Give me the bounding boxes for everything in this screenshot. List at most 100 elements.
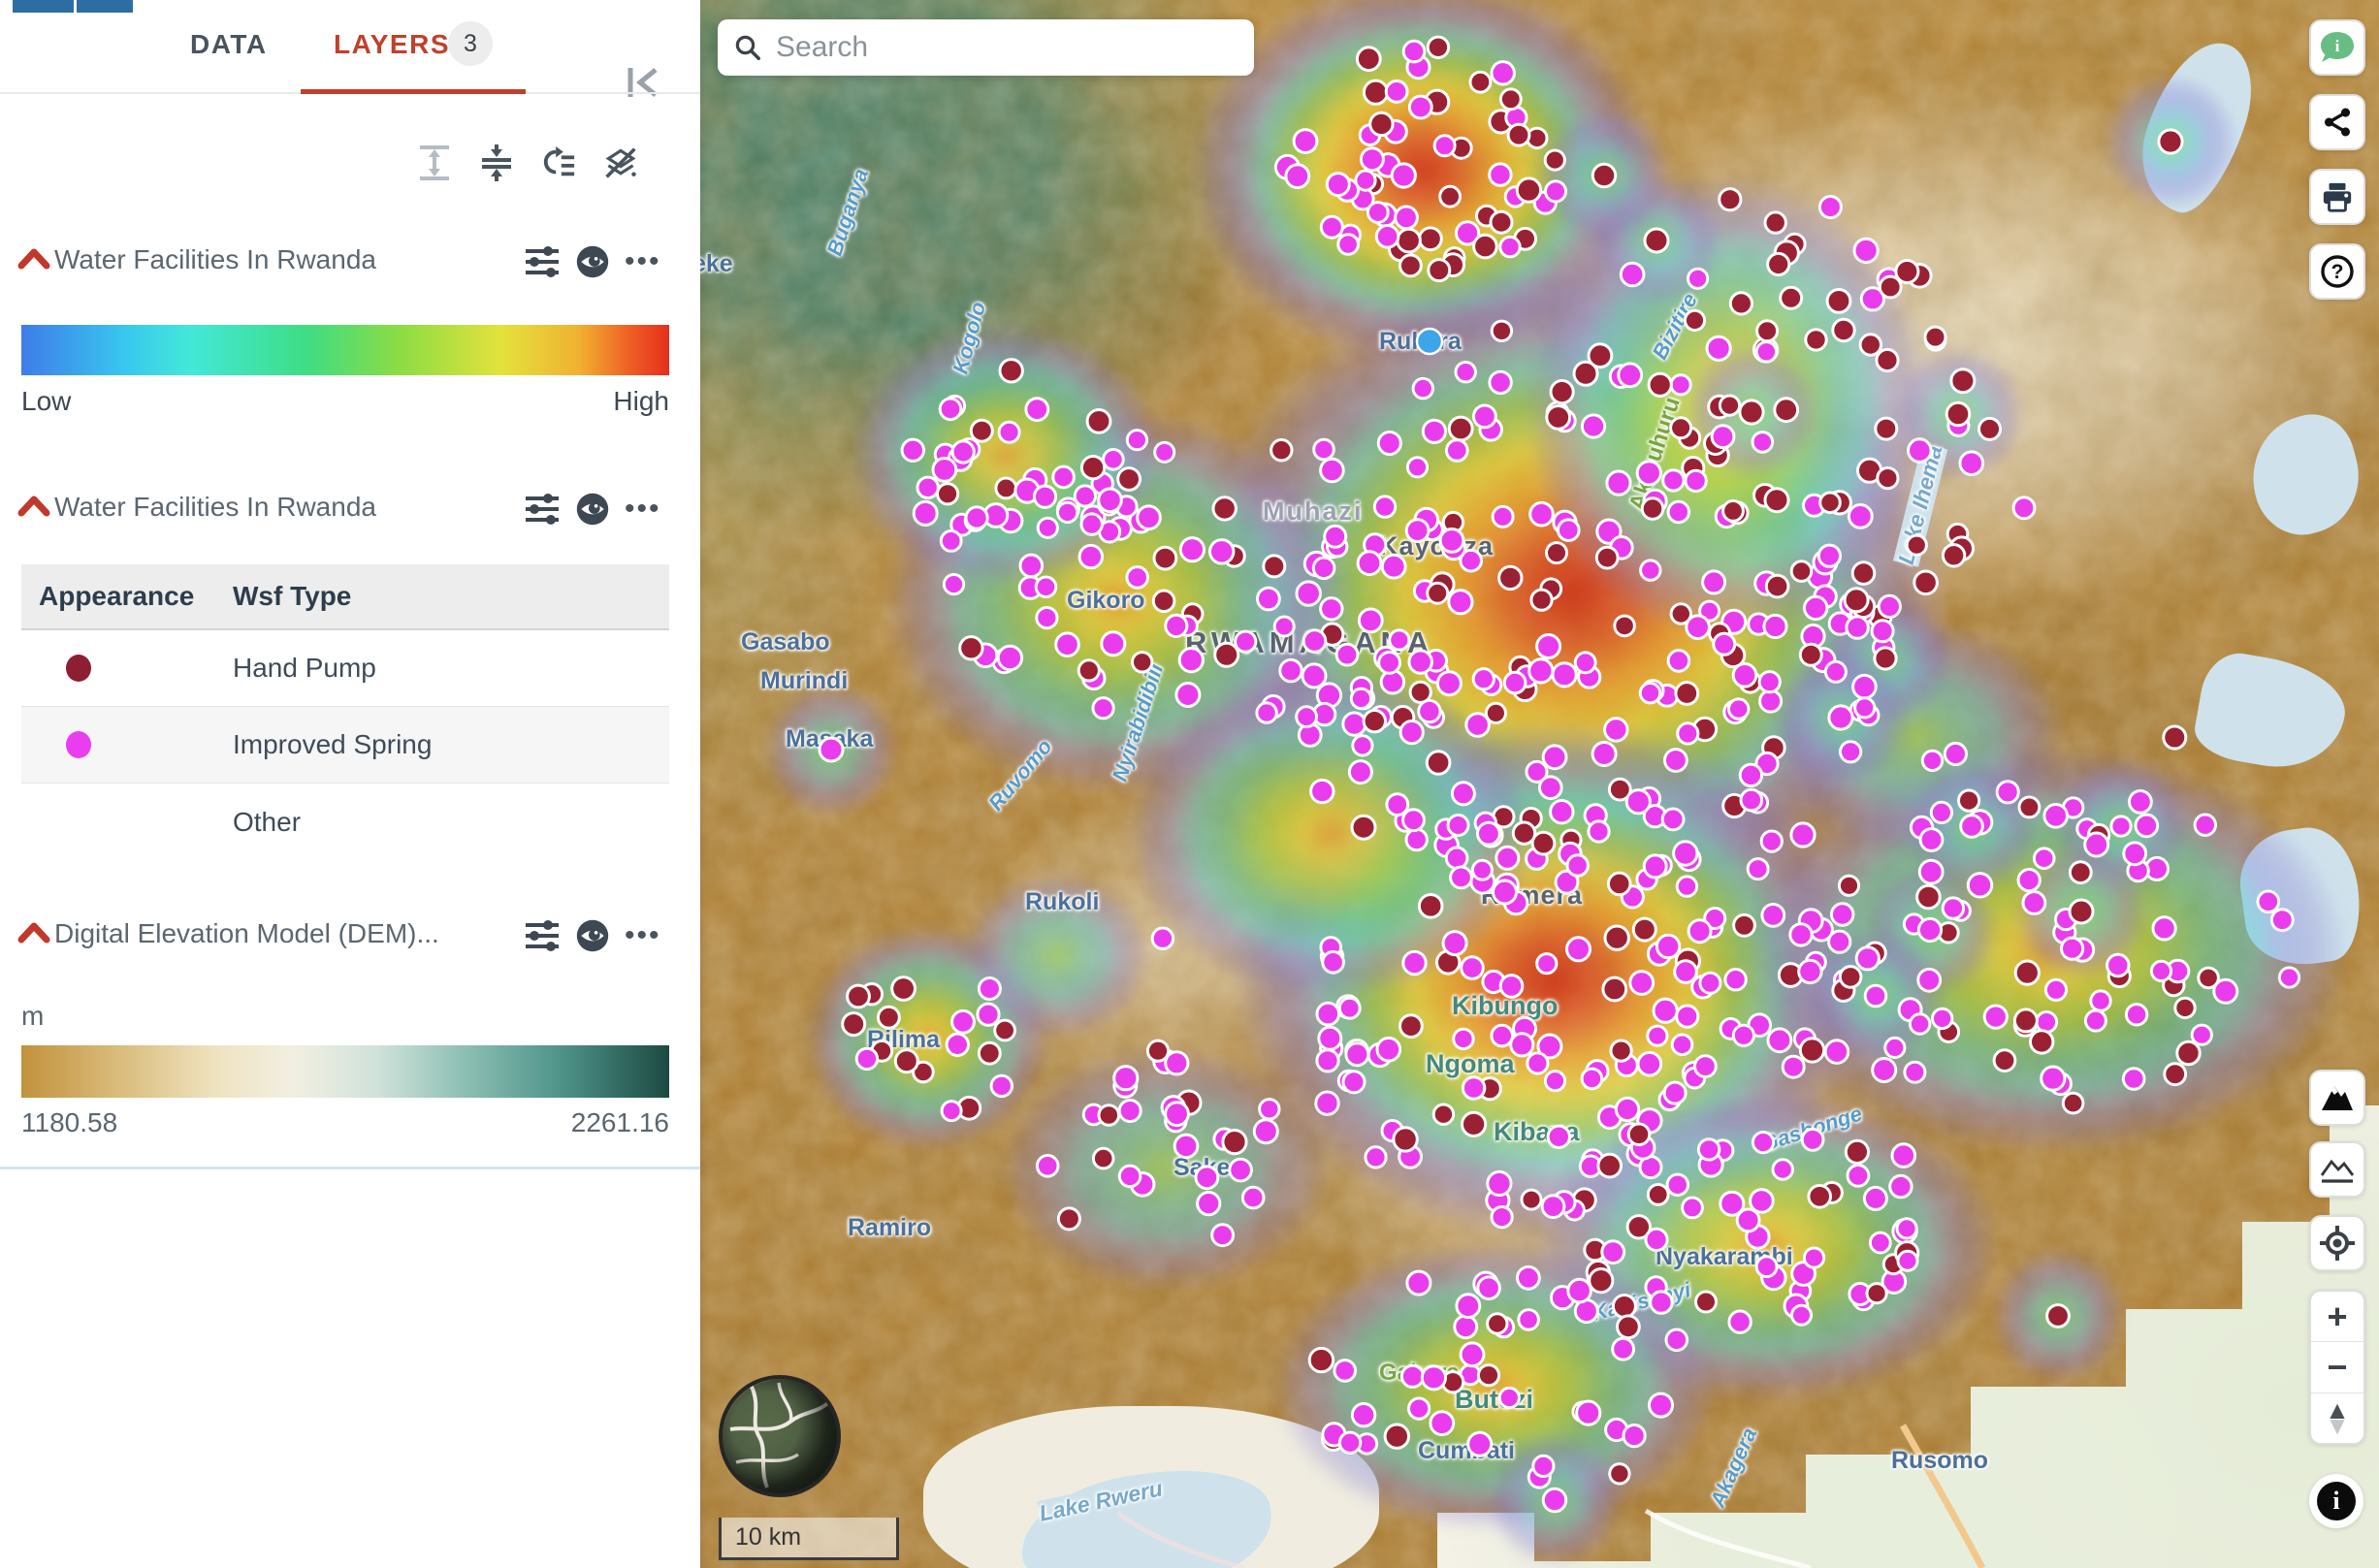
hand-pump-marker[interactable] bbox=[2029, 1029, 2055, 1055]
hand-pump-marker[interactable] bbox=[1674, 681, 1700, 706]
improved-spring-marker[interactable] bbox=[977, 976, 1002, 1001]
improved-spring-marker[interactable] bbox=[1863, 983, 1888, 1008]
improved-spring-marker[interactable] bbox=[1051, 464, 1076, 490]
improved-spring-marker[interactable] bbox=[1278, 657, 1303, 684]
improved-spring-marker[interactable] bbox=[1311, 556, 1336, 581]
improved-spring-marker[interactable] bbox=[1321, 950, 1345, 975]
improved-spring-marker[interactable] bbox=[1404, 518, 1431, 543]
improved-spring-marker[interactable] bbox=[1727, 1309, 1752, 1334]
layer-header-dem[interactable]: Digital Elevation Model (DEM)... ••• bbox=[0, 916, 700, 959]
improved-spring-marker[interactable] bbox=[1797, 958, 1823, 985]
improved-spring-marker[interactable] bbox=[1333, 1359, 1358, 1383]
improved-spring-marker[interactable] bbox=[1228, 1157, 1253, 1183]
hand-pump-marker[interactable] bbox=[1913, 569, 1939, 596]
improved-spring-marker[interactable] bbox=[2042, 803, 2069, 829]
improved-spring-marker[interactable] bbox=[1664, 1328, 1689, 1353]
improved-spring-marker[interactable] bbox=[1666, 499, 1690, 525]
improved-spring-marker[interactable] bbox=[1638, 682, 1662, 705]
improved-spring-marker[interactable] bbox=[1895, 1217, 1918, 1240]
improved-spring-marker[interactable] bbox=[1565, 936, 1591, 963]
hand-pump-marker[interactable] bbox=[1873, 646, 1898, 671]
table-row[interactable]: Improved Spring bbox=[21, 707, 669, 784]
improved-spring-marker[interactable] bbox=[1931, 1007, 1954, 1031]
improved-spring-marker[interactable] bbox=[1429, 1410, 1456, 1436]
improved-spring-marker[interactable] bbox=[1871, 1057, 1898, 1083]
improved-spring-marker[interactable] bbox=[1754, 1255, 1779, 1279]
improved-spring-marker[interactable] bbox=[1648, 1392, 1674, 1419]
locate-button[interactable] bbox=[2309, 1215, 2365, 1271]
hand-pump-marker[interactable] bbox=[2061, 1091, 2085, 1115]
hand-pump-marker[interactable] bbox=[977, 1040, 1002, 1066]
hand-pump-marker[interactable] bbox=[2012, 1008, 2039, 1034]
improved-spring-marker[interactable] bbox=[1696, 1137, 1721, 1162]
improved-spring-marker[interactable] bbox=[1687, 267, 1710, 290]
layer-header-heatmap[interactable]: Water Facilities In Rwanda ••• bbox=[0, 242, 700, 285]
hand-pump-marker[interactable] bbox=[1221, 1129, 1248, 1156]
improved-spring-marker[interactable] bbox=[1488, 162, 1513, 187]
hand-pump-marker[interactable] bbox=[2197, 966, 2220, 990]
hand-pump-marker[interactable] bbox=[958, 635, 984, 661]
improved-spring-marker[interactable] bbox=[1018, 553, 1045, 579]
improved-spring-marker[interactable] bbox=[1319, 596, 1344, 622]
improved-spring-marker[interactable] bbox=[1495, 845, 1521, 871]
improved-spring-marker[interactable] bbox=[1698, 971, 1722, 995]
improved-spring-marker[interactable] bbox=[1673, 959, 1698, 984]
hand-pump-marker[interactable] bbox=[1056, 1206, 1081, 1232]
improved-spring-marker[interactable] bbox=[1112, 1065, 1140, 1092]
improved-spring-marker[interactable] bbox=[1350, 1402, 1377, 1428]
improved-spring-marker[interactable] bbox=[2035, 1010, 2059, 1034]
hand-pump-marker[interactable] bbox=[1307, 1346, 1335, 1374]
improved-spring-marker[interactable] bbox=[1325, 172, 1351, 198]
improved-spring-marker[interactable] bbox=[1196, 1191, 1222, 1217]
hand-pump-marker[interactable] bbox=[1865, 1282, 1888, 1305]
layer-settings-icon[interactable] bbox=[524, 492, 561, 527]
improved-spring-marker[interactable] bbox=[1401, 39, 1427, 64]
hand-pump-marker[interactable] bbox=[1718, 187, 1743, 212]
hand-pump-marker[interactable] bbox=[1601, 976, 1628, 1003]
improved-spring-marker[interactable] bbox=[1543, 1070, 1567, 1093]
hand-pump-marker[interactable] bbox=[1511, 820, 1537, 846]
table-row[interactable]: Other bbox=[21, 784, 669, 860]
improved-spring-marker[interactable] bbox=[1603, 717, 1629, 743]
hand-pump-marker[interactable] bbox=[1549, 379, 1575, 405]
improved-spring-marker[interactable] bbox=[1056, 500, 1079, 525]
hand-pump-marker[interactable] bbox=[1476, 1363, 1501, 1388]
hand-pump-marker[interactable] bbox=[846, 983, 871, 1009]
improved-spring-marker[interactable] bbox=[1347, 759, 1373, 785]
improved-spring-marker[interactable] bbox=[1890, 1142, 1917, 1168]
improved-spring-marker[interactable] bbox=[1490, 60, 1516, 86]
improved-spring-marker[interactable] bbox=[1210, 1223, 1235, 1248]
hand-pump-marker[interactable] bbox=[1874, 416, 1899, 441]
improved-spring-marker[interactable] bbox=[1302, 628, 1328, 654]
improved-spring-marker[interactable] bbox=[1136, 504, 1162, 531]
hand-pump-marker[interactable] bbox=[1396, 227, 1422, 254]
improved-spring-marker[interactable] bbox=[1407, 649, 1433, 675]
hand-pump-marker[interactable] bbox=[1116, 466, 1142, 492]
layer-menu-icon[interactable]: ••• bbox=[625, 921, 661, 950]
hand-pump-marker[interactable] bbox=[1603, 924, 1630, 951]
improved-spring-marker[interactable] bbox=[1771, 1158, 1794, 1181]
hand-pump-marker[interactable] bbox=[1362, 79, 1390, 106]
hand-pump-marker[interactable] bbox=[1850, 560, 1877, 586]
improved-spring-marker[interactable] bbox=[1255, 701, 1278, 724]
hand-pump-marker[interactable] bbox=[1145, 1039, 1171, 1063]
improved-spring-marker[interactable] bbox=[1461, 1075, 1487, 1101]
improved-spring-marker[interactable] bbox=[1723, 968, 1748, 992]
improved-spring-marker[interactable] bbox=[1374, 224, 1400, 249]
improved-spring-marker[interactable] bbox=[1823, 1039, 1850, 1065]
hand-pump-marker[interactable] bbox=[998, 358, 1024, 384]
hand-pump-marker[interactable] bbox=[1362, 709, 1387, 734]
hand-pump-marker[interactable] bbox=[1489, 209, 1514, 235]
hand-pump-marker[interactable] bbox=[1683, 308, 1707, 332]
improved-spring-marker[interactable] bbox=[1917, 858, 1945, 885]
hand-pump-marker[interactable] bbox=[1368, 111, 1395, 138]
improved-spring-marker[interactable] bbox=[945, 1032, 970, 1058]
improved-spring-marker[interactable] bbox=[1687, 918, 1713, 944]
improved-spring-marker[interactable] bbox=[1301, 662, 1328, 689]
hand-pump-marker[interactable] bbox=[1392, 1126, 1419, 1153]
improved-spring-marker[interactable] bbox=[1349, 687, 1373, 711]
improved-spring-marker[interactable] bbox=[2089, 989, 2112, 1012]
improved-spring-marker[interactable] bbox=[1600, 1239, 1626, 1264]
improved-spring-marker[interactable] bbox=[1705, 335, 1732, 362]
hand-pump-marker[interactable] bbox=[1616, 1314, 1641, 1340]
